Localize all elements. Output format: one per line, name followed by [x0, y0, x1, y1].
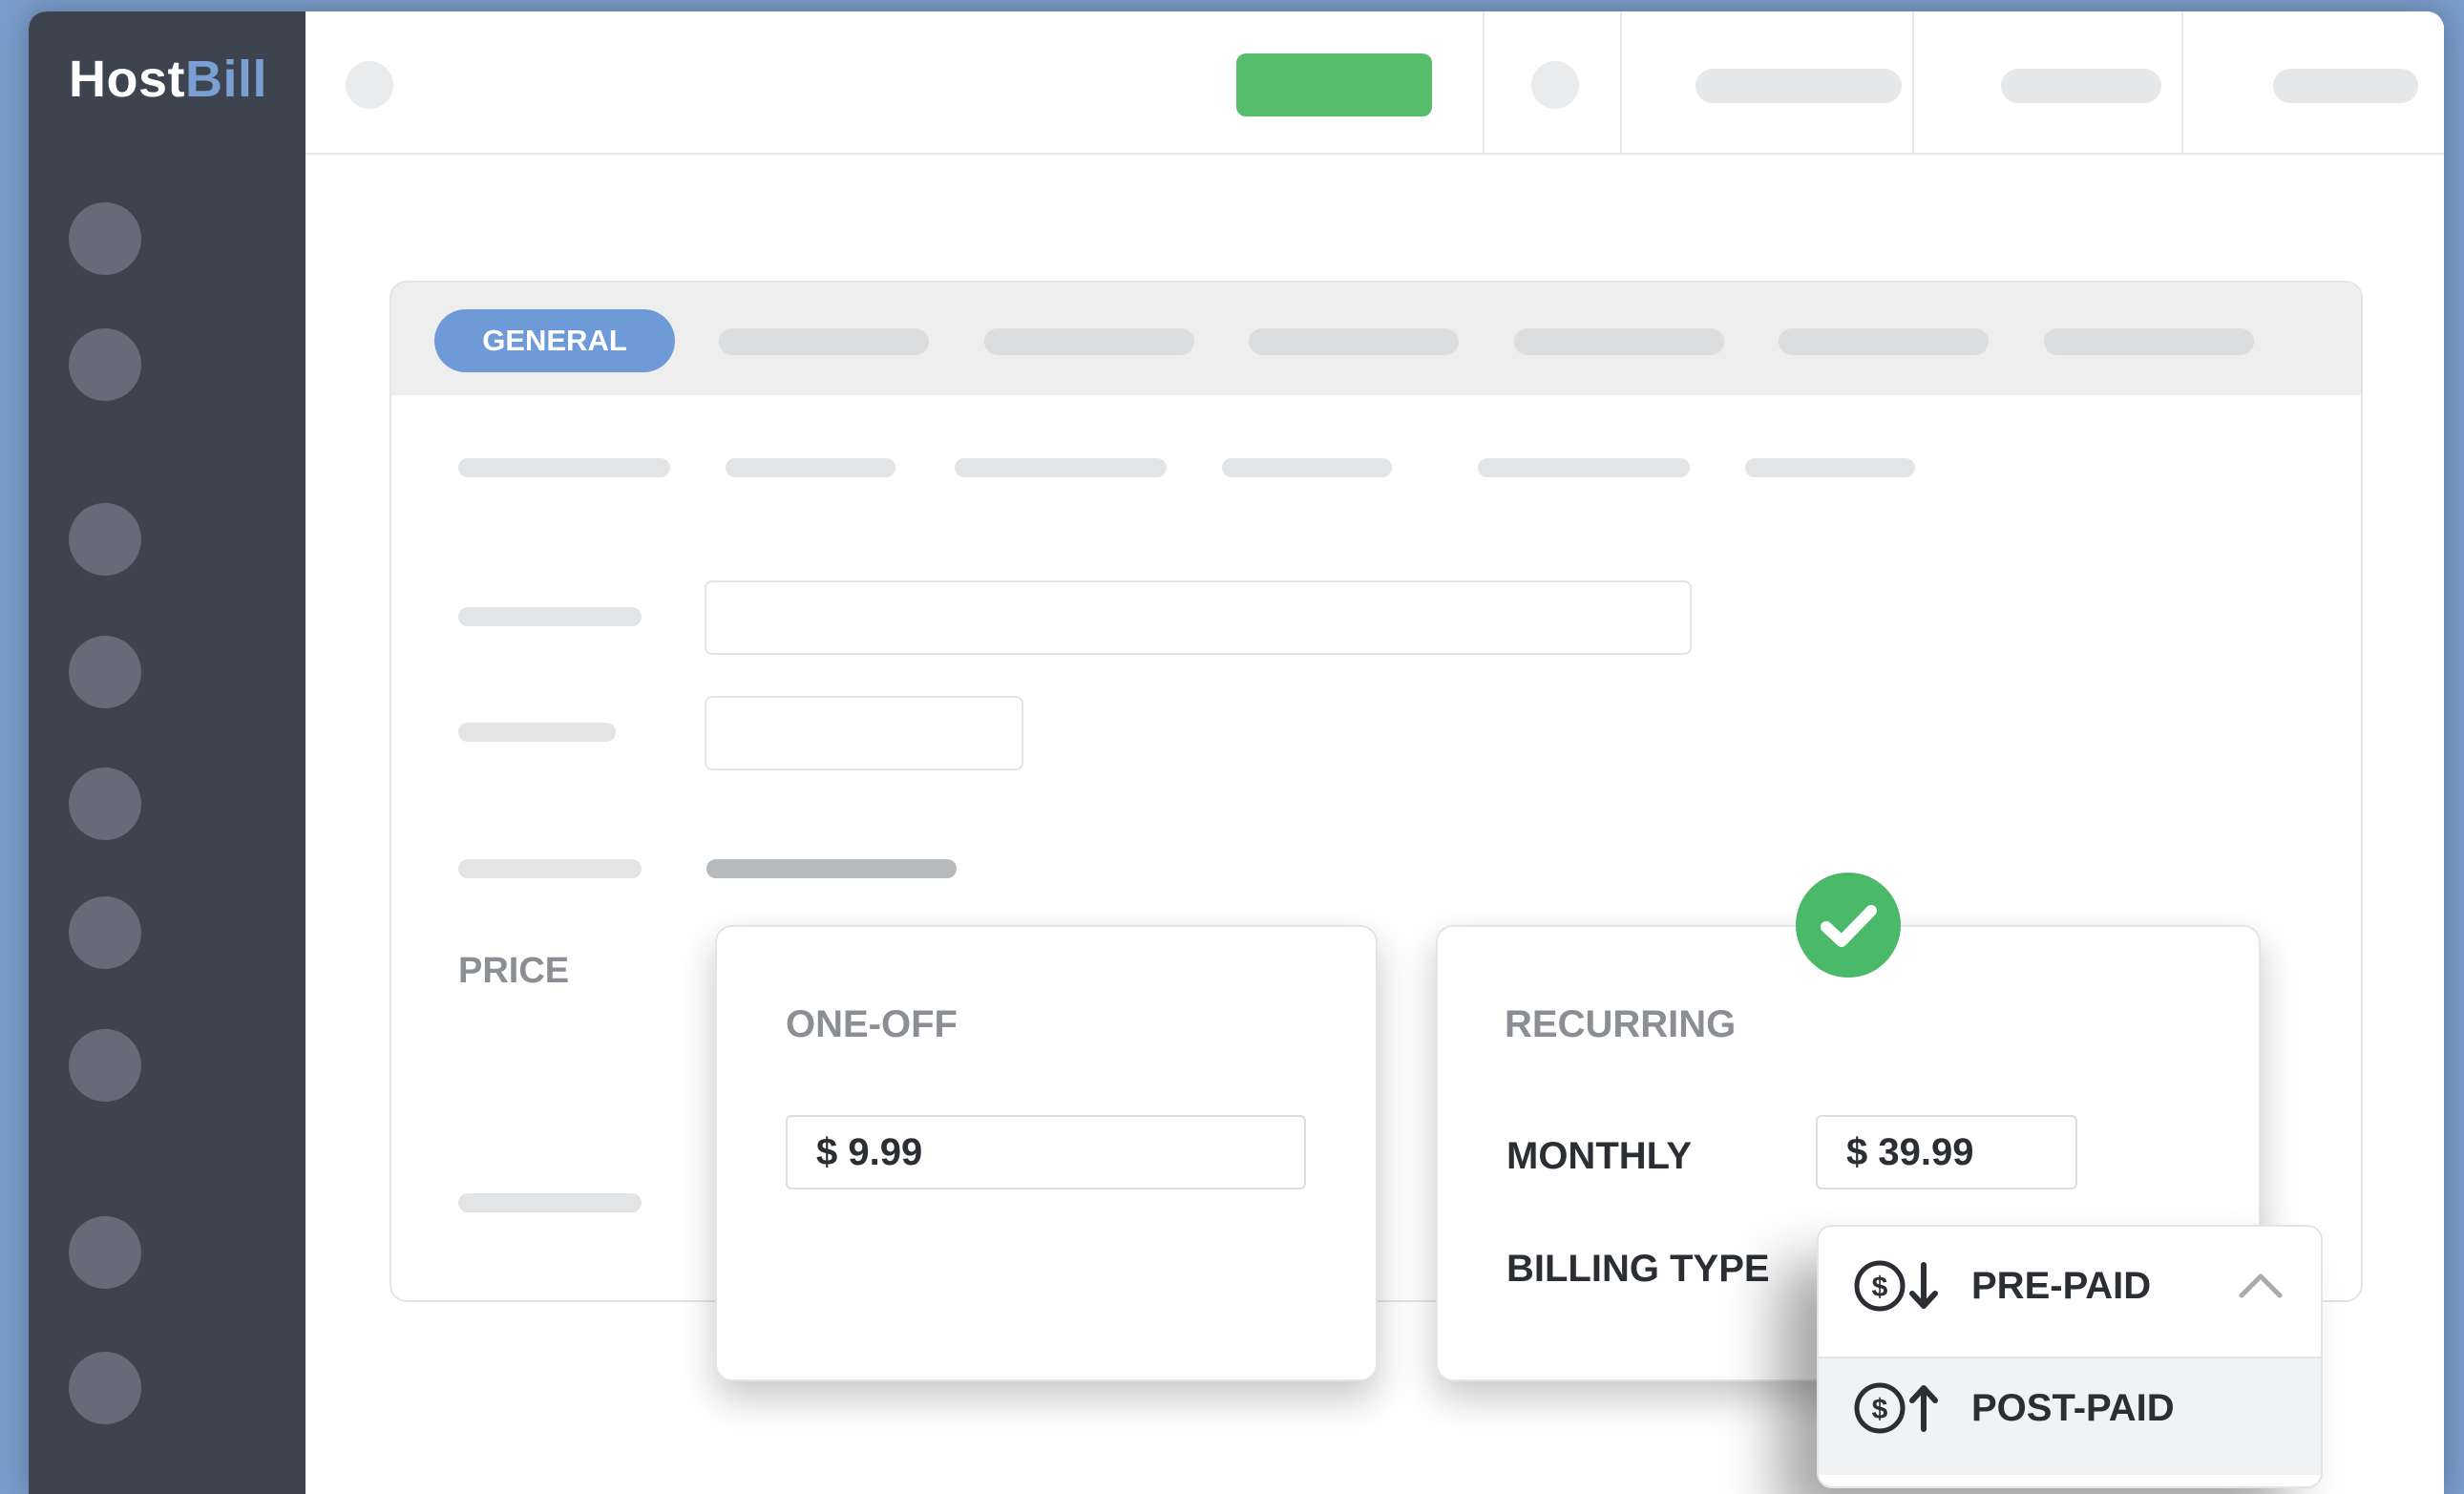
subtab-placeholder[interactable]	[726, 458, 895, 477]
sidebar-nav-icon[interactable]	[69, 1216, 141, 1289]
sidebar-nav-icon[interactable]	[69, 202, 141, 275]
svg-text:$: $	[1872, 1272, 1888, 1303]
price-label: PRICE	[458, 951, 570, 991]
billing-type-dropdown[interactable]: $ PRE-PAID $ POST-PAID	[1817, 1225, 2323, 1488]
header-notification-icon[interactable]	[1531, 61, 1579, 109]
field-value-placeholder	[706, 859, 957, 878]
sidebar-nav-icon[interactable]	[69, 328, 141, 401]
settings-tabs: GENERAL	[391, 283, 2361, 395]
header-avatar-icon[interactable]	[346, 61, 393, 109]
logo-bill-text: Bill	[185, 51, 268, 108]
subtab-placeholder[interactable]	[1745, 458, 1915, 477]
header-menu-item[interactable]	[2273, 69, 2418, 103]
selected-check-icon	[1796, 873, 1901, 978]
sidebar-nav-icon[interactable]	[69, 768, 141, 840]
short-input[interactable]	[705, 696, 1023, 770]
billing-option-postpaid[interactable]: $ POST-PAID	[1819, 1357, 2321, 1475]
header-menu-item[interactable]	[2001, 69, 2161, 103]
one-off-title: ONE-OFF	[786, 1003, 958, 1045]
dollar-arrow-down-icon: $	[1853, 1257, 1948, 1319]
monthly-label: MONTHLY	[1506, 1135, 1693, 1177]
dollar-arrow-up-icon: $	[1853, 1379, 1948, 1441]
sidebar-nav-icon[interactable]	[69, 1029, 141, 1102]
option-label: PRE-PAID	[1971, 1265, 2152, 1307]
sidebar-nav-icon[interactable]	[69, 503, 141, 576]
name-input[interactable]	[705, 580, 1692, 655]
monthly-price-input[interactable]: $ 39.99	[1816, 1115, 2077, 1189]
app-window: HostBill GENERAL PRICE ONE-OFF $ 9.99 RE…	[29, 11, 2444, 1494]
hostbill-logo[interactable]: HostBill	[69, 50, 267, 109]
option-label: POST-PAID	[1971, 1387, 2175, 1429]
subtab-placeholder[interactable]	[1478, 458, 1690, 477]
tab-placeholder[interactable]	[2044, 328, 2254, 355]
field-label-placeholder	[458, 1193, 642, 1212]
field-label-placeholder	[458, 723, 616, 742]
header-menu-item[interactable]	[1695, 69, 1902, 103]
subtab-placeholder[interactable]	[458, 458, 670, 477]
one-off-panel[interactable]: ONE-OFF $ 9.99	[715, 925, 1378, 1381]
tab-placeholder[interactable]	[984, 328, 1194, 355]
billing-option-prepaid[interactable]: $ PRE-PAID	[1819, 1227, 2321, 1343]
one-off-price-input[interactable]: $ 9.99	[786, 1115, 1306, 1189]
sidebar-nav-icon[interactable]	[69, 1352, 141, 1424]
subtab-placeholder[interactable]	[1222, 458, 1392, 477]
recurring-title: RECURRING	[1505, 1003, 1737, 1045]
header-divider	[1483, 11, 1485, 153]
header-divider	[1620, 11, 1622, 153]
sidebar: HostBill	[29, 11, 305, 1494]
tab-placeholder[interactable]	[1514, 328, 1724, 355]
header-divider	[1912, 11, 1914, 153]
logo-host-text: Host	[69, 51, 185, 108]
header-divider	[2181, 11, 2183, 153]
subtab-placeholder[interactable]	[955, 458, 1167, 477]
billing-type-label: BILLING TYPE	[1506, 1248, 1770, 1290]
header-action-button[interactable]	[1236, 53, 1432, 116]
sidebar-nav-icon[interactable]	[69, 896, 141, 969]
svg-text:$: $	[1872, 1394, 1888, 1425]
tab-general[interactable]: GENERAL	[434, 309, 675, 372]
field-label-placeholder	[458, 607, 642, 626]
field-label-placeholder	[458, 859, 642, 878]
tab-placeholder[interactable]	[719, 328, 929, 355]
tab-placeholder[interactable]	[1779, 328, 1989, 355]
top-header	[305, 11, 2444, 155]
sidebar-nav-icon[interactable]	[69, 636, 141, 708]
chevron-up-icon[interactable]	[2237, 1269, 2285, 1306]
tab-placeholder[interactable]	[1249, 328, 1459, 355]
